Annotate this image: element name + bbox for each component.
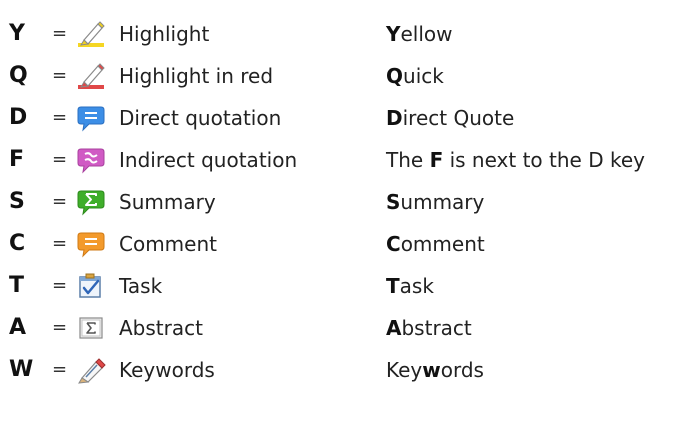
equals-sign: =	[52, 275, 68, 296]
mnemonic-hint: Comment	[386, 232, 485, 256]
shortcut-key: A	[9, 315, 27, 340]
equals-sign: =	[52, 65, 68, 86]
shortcut-key: S	[9, 189, 25, 214]
equals-sign: =	[52, 107, 68, 128]
mnemonic-hint: Summary	[386, 190, 485, 214]
action-label: Summary	[119, 190, 216, 214]
shortcut-row-direct-quotation: D = Direct quotation Direct Quote	[0, 98, 694, 138]
speech-bubble-orange-icon	[76, 230, 106, 258]
equals-sign: =	[52, 233, 68, 254]
shortcut-legend: Y = Highlight Yellow Q = Highlight in re…	[0, 0, 694, 435]
action-label: Highlight in red	[119, 64, 274, 88]
shortcut-key: Q	[9, 63, 28, 88]
equals-sign: =	[52, 191, 68, 212]
shortcut-row-keywords: W = Keywords Keywords	[0, 350, 694, 390]
action-label: Indirect quotation	[119, 148, 298, 172]
speech-bubble-pink-icon	[76, 146, 106, 174]
equals-sign: =	[52, 359, 68, 380]
mnemonic-hint: Direct Quote	[386, 106, 515, 130]
highlighter-red-icon	[76, 62, 106, 90]
mnemonic-hint: Yellow	[386, 22, 453, 46]
mnemonic-hint: Abstract	[386, 316, 472, 340]
shortcut-row-highlight-red: Q = Highlight in red Quick	[0, 56, 694, 96]
mnemonic-hint: Keywords	[386, 358, 484, 382]
shortcut-key: C	[9, 231, 26, 256]
shortcut-row-summary: S = Summary Summary	[0, 182, 694, 222]
highlighter-yellow-icon	[76, 20, 106, 48]
action-label: Direct quotation	[119, 106, 282, 130]
mnemonic-hint: Task	[386, 274, 434, 298]
action-label: Highlight	[119, 22, 210, 46]
shortcut-row-abstract: A = Abstract Abstract	[0, 308, 694, 348]
shortcut-row-highlight: Y = Highlight Yellow	[0, 14, 694, 54]
speech-bubble-green-sigma-icon	[76, 188, 106, 216]
abstract-sigma-icon	[76, 314, 106, 342]
keywords-pencil-icon	[76, 356, 106, 384]
shortcut-key: D	[9, 105, 28, 130]
equals-sign: =	[52, 23, 68, 44]
shortcut-row-indirect-quotation: F = Indirect quotation The F is next to …	[0, 140, 694, 180]
action-label: Task	[119, 274, 163, 298]
shortcut-key: T	[9, 273, 25, 298]
shortcut-row-comment: C = Comment Comment	[0, 224, 694, 264]
action-label: Abstract	[119, 316, 203, 340]
mnemonic-hint: The F is next to the D key	[386, 148, 645, 172]
speech-bubble-blue-icon	[76, 104, 106, 132]
shortcut-key: Y	[9, 21, 25, 46]
shortcut-key: F	[9, 147, 25, 172]
mnemonic-hint: Quick	[386, 64, 444, 88]
task-checkbox-icon	[76, 272, 106, 300]
action-label: Keywords	[119, 358, 215, 382]
equals-sign: =	[52, 317, 68, 338]
action-label: Comment	[119, 232, 217, 256]
shortcut-key: W	[9, 357, 34, 382]
shortcut-row-task: T = Task Task	[0, 266, 694, 306]
equals-sign: =	[52, 149, 68, 170]
